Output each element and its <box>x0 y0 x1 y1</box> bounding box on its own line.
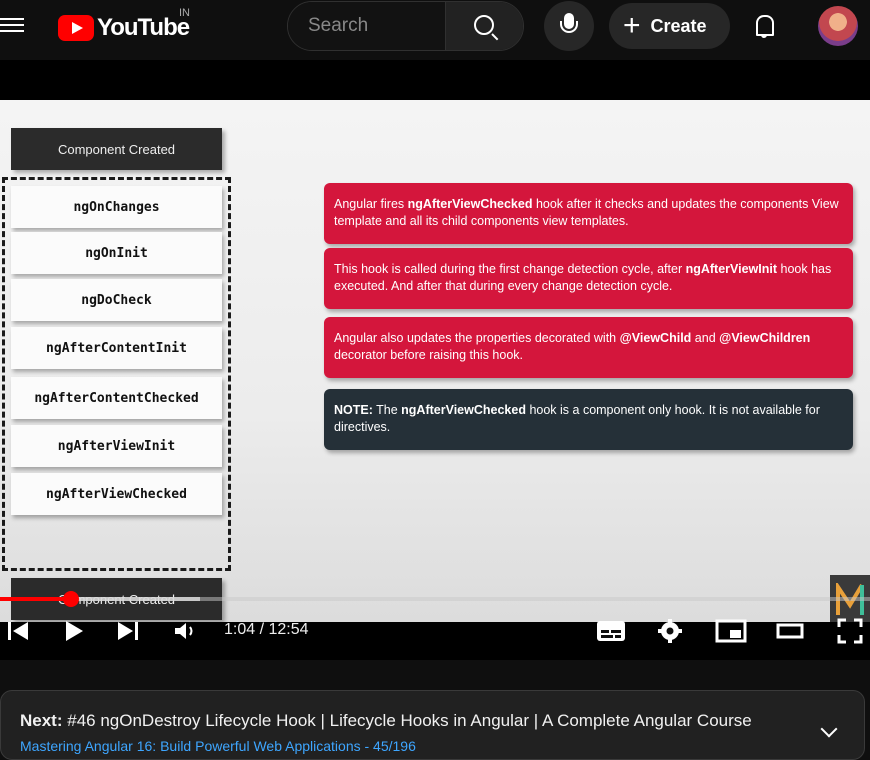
fullscreen-icon[interactable] <box>836 617 864 645</box>
create-label: Create <box>650 15 707 36</box>
up-next-title[interactable]: Next: #46 ngOnDestroy Lifecycle Hook | L… <box>20 711 752 731</box>
youtube-logo[interactable]: YouTube <box>58 14 190 42</box>
search-input[interactable] <box>288 2 445 50</box>
scrubber-handle[interactable] <box>63 591 80 607</box>
hook-box: ngAfterContentInit <box>11 327 222 369</box>
create-button[interactable]: + Create <box>609 3 730 49</box>
notifications-bell-icon[interactable] <box>752 12 778 40</box>
hook-box: ngAfterViewInit <box>11 425 222 467</box>
country-code: IN <box>179 7 190 19</box>
play-icon[interactable] <box>60 617 88 645</box>
video-player[interactable]: Component Created ngOnChanges ngOnInit n… <box>0 60 870 660</box>
play-logo-icon <box>58 15 94 41</box>
plus-icon: + <box>623 9 641 42</box>
component-created-box: Component Created <box>11 128 222 170</box>
hook-box: ngDoCheck <box>11 279 222 321</box>
search-box <box>287 1 524 51</box>
hook-box: ngAfterViewChecked <box>11 473 222 515</box>
microphone-icon[interactable] <box>544 1 594 51</box>
hook-box: ngOnChanges <box>11 186 222 228</box>
previous-icon[interactable] <box>4 617 32 645</box>
progress-bar[interactable] <box>0 591 870 607</box>
masthead: YouTube IN + Create <box>0 0 870 56</box>
progress-played <box>0 597 72 601</box>
subtitles-icon[interactable] <box>595 617 627 645</box>
search-icon[interactable] <box>445 2 523 50</box>
time-display: 1:04 / 12:54 <box>224 621 309 638</box>
menu-icon[interactable] <box>0 14 26 40</box>
video-frame: Component Created ngOnChanges ngOnInit n… <box>0 100 870 622</box>
up-next-panel[interactable]: Next: #46 ngOnDestroy Lifecycle Hook | L… <box>0 690 865 760</box>
note-box-2: This hook is called during the first cha… <box>324 248 853 309</box>
hook-box: ngAfterContentChecked <box>11 377 222 419</box>
volume-icon[interactable] <box>171 617 199 645</box>
logo-text: YouTube <box>97 14 190 41</box>
settings-gear-icon[interactable] <box>656 617 684 645</box>
chevron-down-icon[interactable] <box>820 720 838 738</box>
note-box-1: Angular fires ngAfterViewChecked hook af… <box>324 183 853 244</box>
miniplayer-icon[interactable] <box>715 617 747 645</box>
avatar[interactable] <box>818 6 858 46</box>
player-controls: 1:04 / 12:54 <box>0 611 870 651</box>
note-box-4: NOTE: The ngAfterViewChecked hook is a c… <box>324 389 853 450</box>
next-icon[interactable] <box>114 617 142 645</box>
note-box-3: Angular also updates the properties deco… <box>324 317 853 378</box>
hook-box: ngOnInit <box>11 232 222 274</box>
theater-mode-icon[interactable] <box>775 617 805 645</box>
